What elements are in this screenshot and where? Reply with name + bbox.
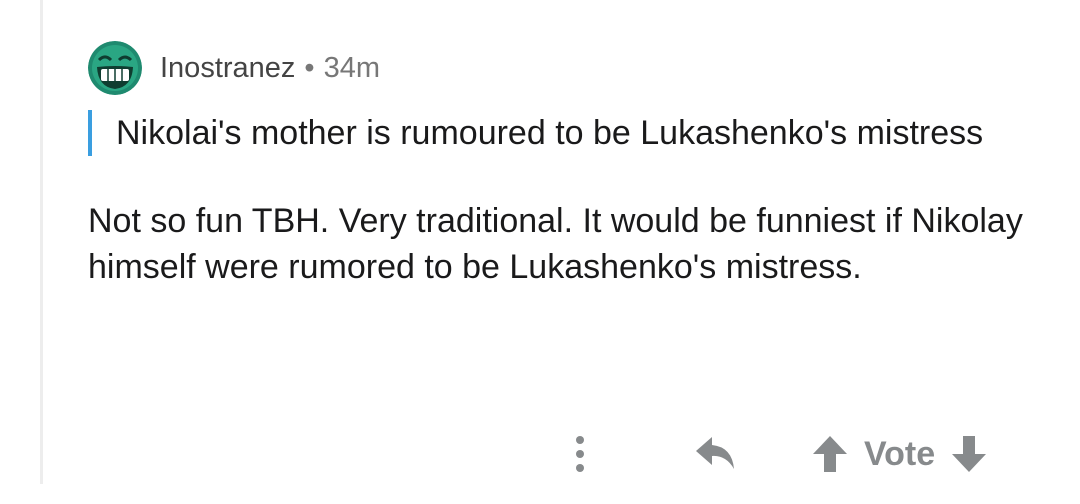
- avatar[interactable]: [88, 41, 142, 95]
- vote-label: Vote: [864, 434, 936, 473]
- grinning-face-icon: [88, 41, 142, 95]
- meta-separator: •: [304, 51, 315, 84]
- upvote-arrow-icon[interactable]: [806, 428, 854, 480]
- comment-body: Not so fun TBH. Very traditional. It wou…: [88, 202, 1023, 286]
- more-vertical-icon[interactable]: [560, 428, 600, 480]
- comment-header: Inostranez • 34m: [88, 38, 1048, 98]
- quoted-text: Nikolai's mother is rumoured to be Lukas…: [88, 110, 996, 156]
- comment-age: 34m: [323, 51, 380, 84]
- thread-line[interactable]: [40, 0, 43, 484]
- username[interactable]: Inostranez: [160, 52, 295, 85]
- comment: Inostranez • 34m Nikolai's mother is rum…: [88, 38, 1048, 290]
- reply-icon[interactable]: [688, 428, 744, 480]
- comment-actions: Vote: [560, 428, 993, 480]
- downvote-arrow-icon[interactable]: [945, 428, 993, 480]
